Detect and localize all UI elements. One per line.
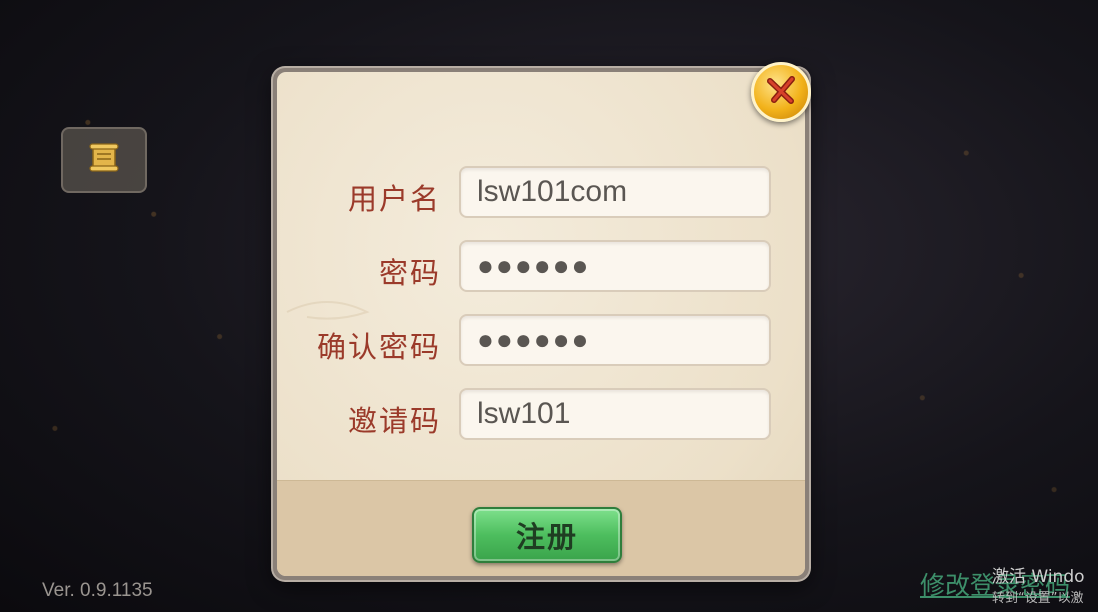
register-button[interactable]: 注册 (472, 507, 622, 563)
username-input[interactable]: lsw101com (459, 166, 771, 218)
username-label: 用户名 (347, 182, 441, 216)
password-label: 密码 (378, 256, 441, 290)
watermark-line2: 转到“设置”以激 (992, 591, 1084, 606)
watermark-line1: 激活 Windo (992, 567, 1085, 587)
invite-code-input[interactable]: lsw101 (459, 388, 771, 440)
close-button[interactable] (751, 62, 811, 122)
register-button-label: 注册 (515, 520, 578, 554)
register-dialog: 用户名 lsw101com 密码 ●●●●●● 确认密码 ●●●●●● 邀请码 … (273, 68, 809, 580)
scroll-menu-button[interactable] (61, 127, 147, 193)
invite-code-label: 邀请码 (347, 404, 441, 438)
password-input[interactable]: ●●●●●● (459, 240, 771, 292)
confirm-password-label: 确认密码 (316, 330, 441, 364)
windows-activation-watermark: 激活 Windo 转到“设置”以激 (992, 566, 1085, 610)
dialog-panel: 用户名 lsw101com 密码 ●●●●●● 确认密码 ●●●●●● 邀请码 … (277, 72, 805, 576)
close-icon (764, 73, 798, 111)
version-label: Ver. 0.9.1135 (42, 580, 153, 601)
confirm-password-input[interactable]: ●●●●●● (459, 314, 771, 366)
scroll-icon (86, 140, 122, 180)
